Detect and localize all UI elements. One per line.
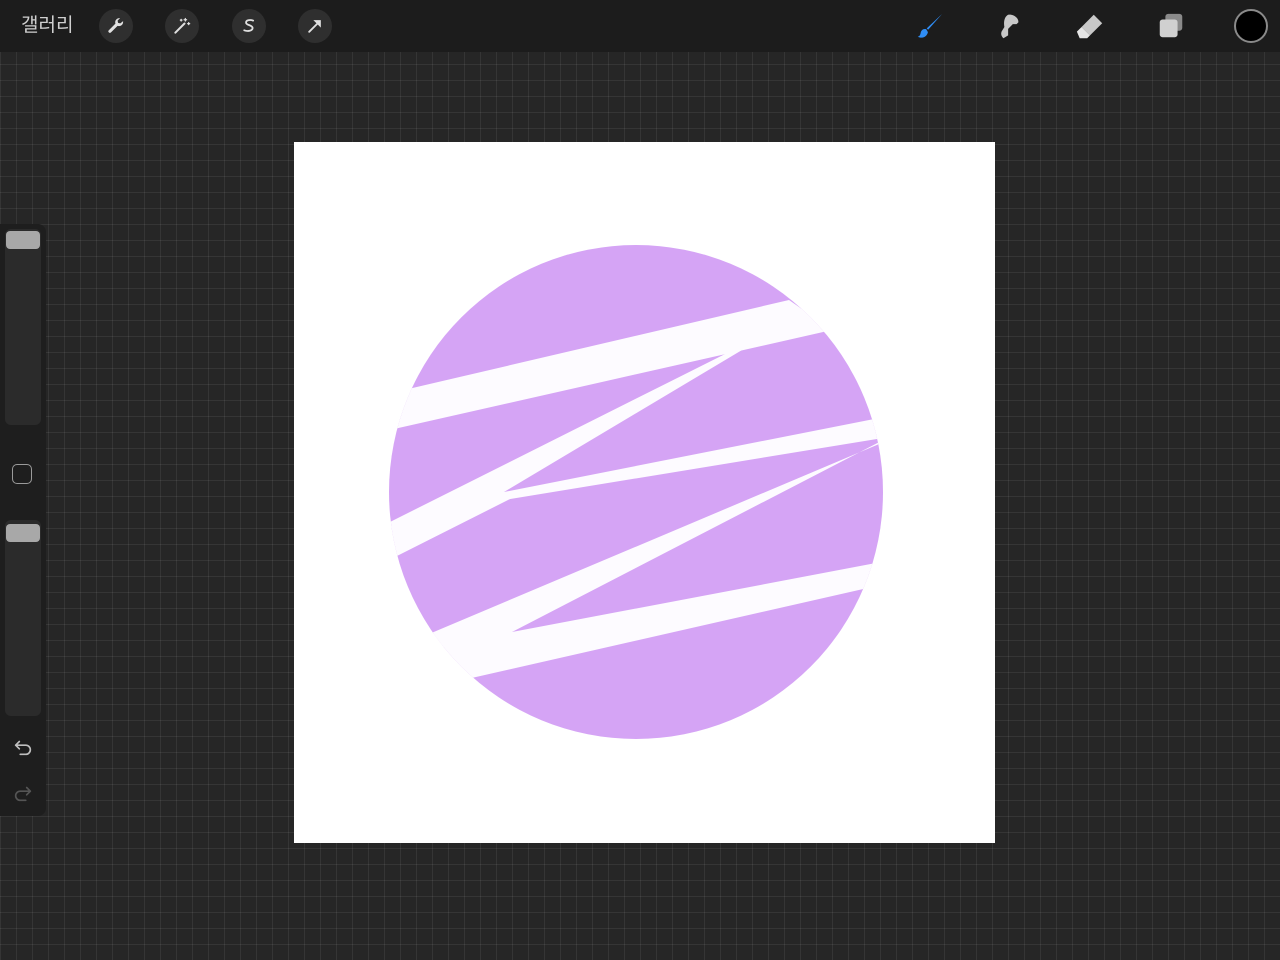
gallery-button[interactable]: 갤러리 — [21, 13, 73, 37]
smudge-tool-button[interactable] — [992, 8, 1028, 44]
selection-button[interactable] — [232, 9, 266, 43]
arrow-cursor-icon — [308, 20, 321, 33]
magic-wand-icon — [174, 17, 191, 34]
color-swatch[interactable] — [1234, 9, 1268, 43]
smudge-icon — [1001, 14, 1019, 39]
drawing-canvas[interactable] — [294, 142, 995, 843]
brush-size-slider[interactable] — [5, 229, 41, 425]
wrench-icon — [108, 18, 124, 33]
brush-tool-button[interactable] — [912, 8, 948, 44]
selection-s-icon — [243, 19, 255, 32]
layers-button[interactable] — [1153, 8, 1189, 44]
undo-button[interactable] — [10, 734, 36, 760]
top-toolbar: 갤러리 — [0, 0, 1280, 52]
actions-button[interactable] — [99, 9, 133, 43]
brush-icon — [917, 13, 943, 38]
opacity-slider[interactable] — [5, 520, 41, 716]
adjustments-button[interactable] — [165, 9, 199, 43]
artwork — [389, 245, 883, 739]
eraser-tool-button[interactable] — [1072, 8, 1108, 44]
redo-icon — [14, 786, 32, 802]
transform-button[interactable] — [298, 9, 332, 43]
layers-icon — [1159, 13, 1183, 38]
redo-button[interactable] — [10, 780, 36, 806]
undo-icon — [14, 740, 32, 756]
eraser-icon — [1076, 14, 1103, 39]
modify-button[interactable] — [12, 464, 32, 484]
left-sidebar — [0, 224, 46, 816]
opacity-thumb[interactable] — [6, 524, 40, 542]
brush-size-thumb[interactable] — [6, 231, 40, 249]
